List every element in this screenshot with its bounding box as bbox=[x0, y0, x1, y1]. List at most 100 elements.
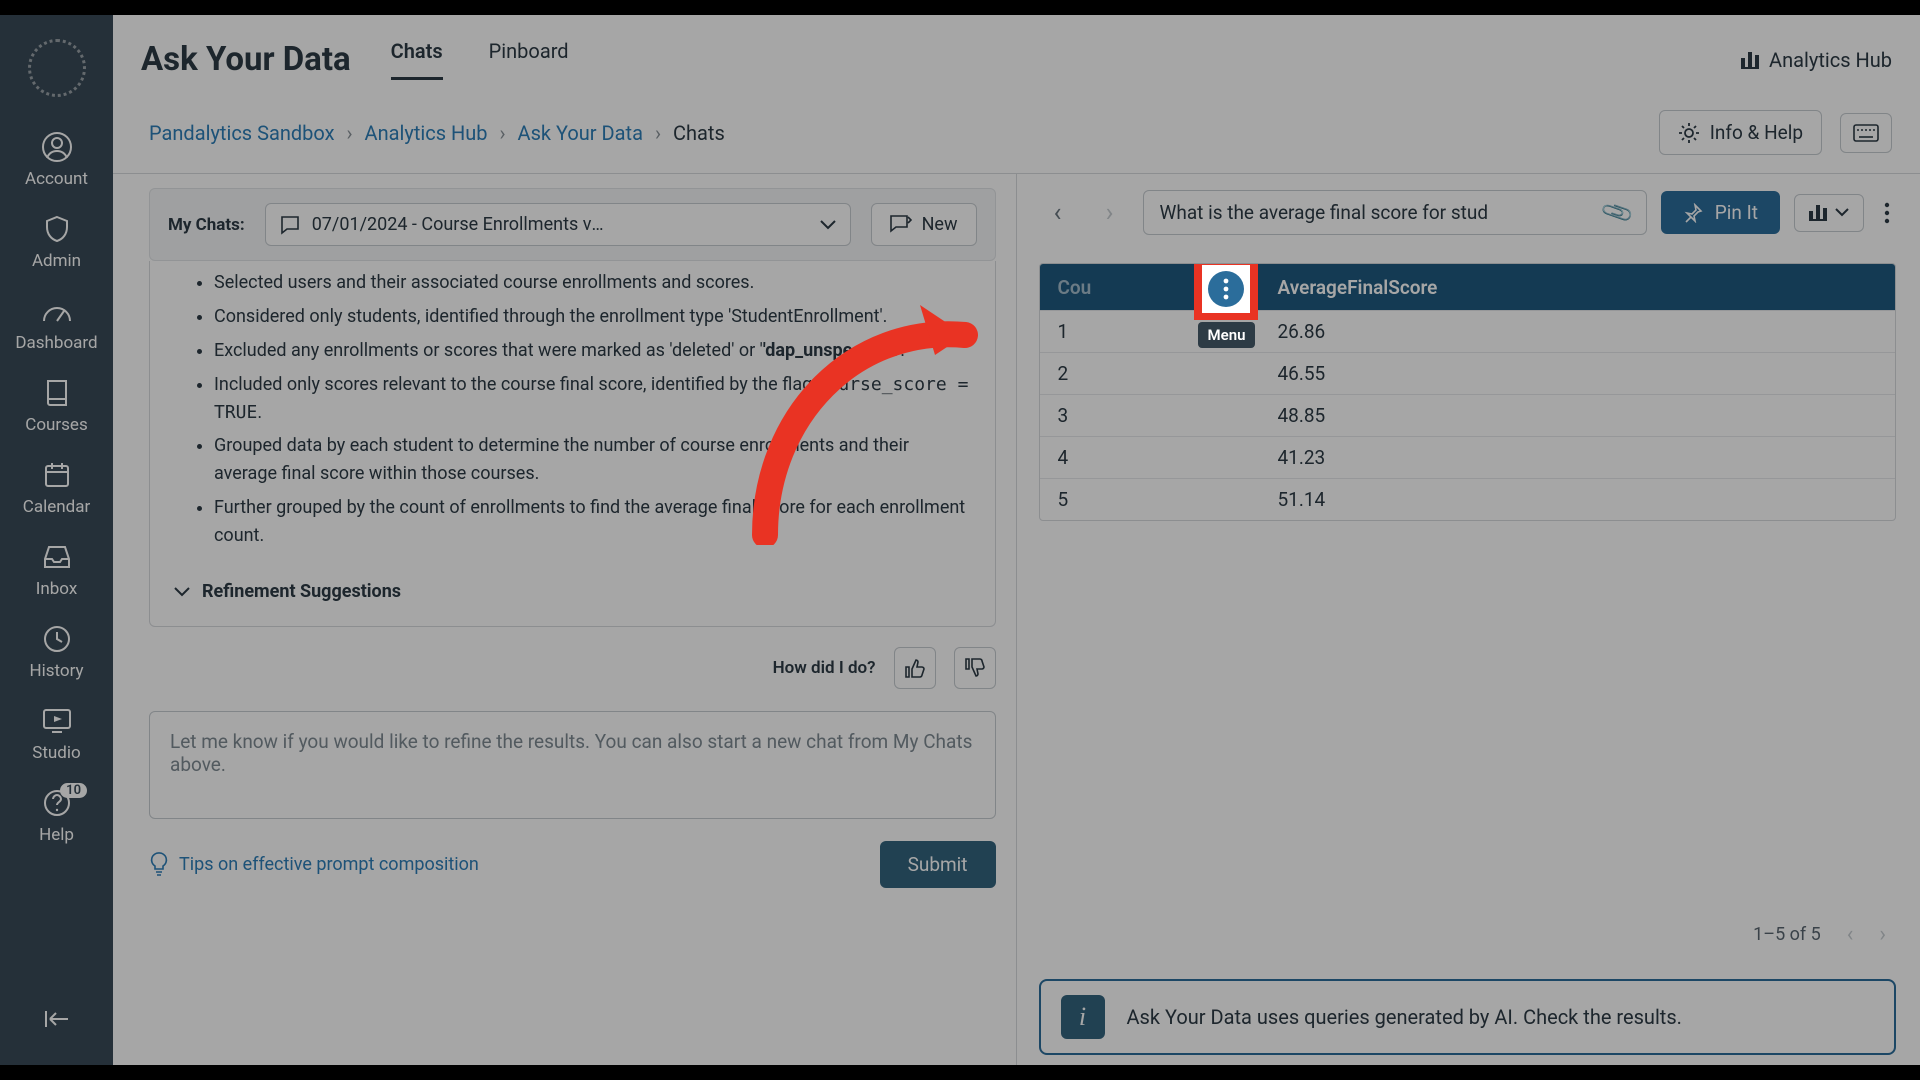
page-header: Ask Your Data Chats Pinboard Analytics H… bbox=[113, 15, 1920, 80]
column-menu-button[interactable] bbox=[1208, 271, 1244, 307]
thumbs-down-button[interactable] bbox=[954, 647, 996, 689]
analytics-hub-link[interactable]: Analytics Hub bbox=[1741, 48, 1892, 72]
result-toolbar: ‹ › What is the average final score for … bbox=[1039, 190, 1897, 235]
book-icon bbox=[41, 377, 73, 409]
col-header-score[interactable]: AverageFinalScore bbox=[1260, 266, 1896, 309]
breadcrumb-row: Pandalytics Sandbox › Analytics Hub › As… bbox=[113, 80, 1920, 174]
ai-warning-banner: i Ask Your Data uses queries generated b… bbox=[1039, 979, 1897, 1055]
chevron-down-icon bbox=[174, 587, 190, 597]
menu-tooltip: Menu bbox=[1198, 322, 1256, 348]
tab-pinboard[interactable]: Pinboard bbox=[489, 39, 569, 80]
global-nav: Account Admin Dashboard Courses Calendar bbox=[0, 15, 113, 1065]
table-row: 441.23 bbox=[1040, 436, 1896, 478]
column-menu-highlight bbox=[1194, 263, 1258, 320]
nav-courses[interactable]: Courses bbox=[0, 371, 113, 441]
main-area: Ask Your Data Chats Pinboard Analytics H… bbox=[113, 15, 1920, 1065]
user-circle-icon bbox=[41, 131, 73, 163]
app-logo bbox=[28, 39, 86, 97]
thumbs-up-icon bbox=[904, 657, 926, 679]
feedback-label: How did I do? bbox=[773, 658, 876, 678]
ai-warning-text: Ask Your Data uses queries generated by … bbox=[1127, 1005, 1682, 1029]
chat-select[interactable]: 07/01/2024 - Course Enrollments vs. Stu bbox=[265, 203, 851, 246]
left-pane: My Chats: 07/01/2024 - Course Enrollment… bbox=[113, 174, 1017, 1065]
results-table: Cou Menu AverageFinalScore bbox=[1039, 263, 1897, 521]
pin-label: Pin It bbox=[1715, 201, 1758, 224]
answer-list: Selected users and their associated cour… bbox=[174, 269, 971, 550]
thumbs-down-icon bbox=[964, 657, 986, 679]
nav-history[interactable]: History bbox=[0, 617, 113, 687]
more-vertical-icon bbox=[1884, 201, 1890, 225]
clock-icon bbox=[41, 623, 73, 655]
table-row: 126.86 bbox=[1040, 310, 1896, 352]
nav-studio[interactable]: Studio bbox=[0, 699, 113, 769]
chart-type-button[interactable] bbox=[1794, 194, 1864, 232]
crumb-ask[interactable]: Ask Your Data bbox=[518, 121, 643, 145]
tips-label: Tips on effective prompt composition bbox=[179, 854, 479, 875]
bar-chart-icon bbox=[1809, 205, 1827, 221]
answer-bullet: Included only scores relevant to the cou… bbox=[214, 371, 971, 427]
keyboard-icon bbox=[1853, 124, 1879, 142]
refinement-toggle[interactable]: Refinement Suggestions bbox=[174, 578, 971, 606]
nav-dashboard[interactable]: Dashboard bbox=[0, 289, 113, 359]
right-pane: ‹ › What is the average final score for … bbox=[1017, 174, 1920, 1065]
next-button[interactable]: › bbox=[1091, 194, 1129, 232]
nav-label: Studio bbox=[32, 743, 80, 763]
tabs: Chats Pinboard bbox=[391, 39, 569, 80]
keyboard-button[interactable] bbox=[1840, 113, 1892, 153]
table-row: 246.55 bbox=[1040, 352, 1896, 394]
breadcrumbs: Pandalytics Sandbox › Analytics Hub › As… bbox=[149, 121, 725, 145]
more-vertical-icon bbox=[1223, 278, 1229, 300]
pager-prev[interactable]: ‹ bbox=[1847, 922, 1854, 947]
submit-button[interactable]: Submit bbox=[880, 841, 996, 888]
nav-label: Courses bbox=[25, 415, 87, 435]
inbox-icon bbox=[41, 541, 73, 573]
nav-admin[interactable]: Admin bbox=[0, 207, 113, 277]
crumb-sandbox[interactable]: Pandalytics Sandbox bbox=[149, 121, 335, 145]
new-chat-label: New bbox=[922, 214, 958, 235]
gauge-icon bbox=[41, 295, 73, 327]
query-box[interactable]: What is the average final score for stud… bbox=[1143, 190, 1647, 235]
nav-help[interactable]: 10 Help bbox=[0, 781, 113, 851]
query-text: What is the average final score for stud bbox=[1160, 201, 1489, 224]
tab-chats[interactable]: Chats bbox=[391, 39, 443, 80]
shield-icon bbox=[41, 213, 73, 245]
prev-button[interactable]: ‹ bbox=[1039, 194, 1077, 232]
more-button[interactable] bbox=[1878, 195, 1896, 231]
new-chat-icon bbox=[890, 215, 912, 235]
pager-next[interactable]: › bbox=[1879, 922, 1886, 947]
answer-card: Selected users and their associated cour… bbox=[149, 261, 996, 627]
help-badge: 10 bbox=[60, 783, 87, 798]
table-row: 348.85 bbox=[1040, 394, 1896, 436]
info-icon: i bbox=[1061, 995, 1105, 1039]
collapse-icon bbox=[41, 1003, 73, 1035]
attach-icon[interactable]: 📎 bbox=[1600, 195, 1636, 230]
bottom-row: Tips on effective prompt composition Sub… bbox=[149, 841, 996, 888]
chevron-down-icon bbox=[1835, 208, 1849, 217]
nav-account[interactable]: Account bbox=[0, 125, 113, 195]
nav-label: Admin bbox=[32, 251, 81, 271]
table-header: Cou Menu AverageFinalScore bbox=[1040, 264, 1896, 310]
pin-icon bbox=[1683, 203, 1703, 223]
pin-button[interactable]: Pin It bbox=[1661, 191, 1780, 234]
tips-link[interactable]: Tips on effective prompt composition bbox=[149, 852, 479, 876]
chat-input[interactable]: Let me know if you would like to refine … bbox=[149, 711, 996, 819]
calendar-icon bbox=[41, 459, 73, 491]
info-help-button[interactable]: Info & Help bbox=[1659, 110, 1822, 155]
col-header-count[interactable]: Cou Menu bbox=[1040, 266, 1260, 309]
crumb-hub[interactable]: Analytics Hub bbox=[365, 121, 488, 145]
answer-bullet: Considered only students, identified thr… bbox=[214, 303, 971, 331]
table-row: 551.14 bbox=[1040, 478, 1896, 520]
nav-collapse[interactable] bbox=[0, 997, 113, 1041]
nav-inbox[interactable]: Inbox bbox=[0, 535, 113, 605]
mychats-bar: My Chats: 07/01/2024 - Course Enrollment… bbox=[149, 188, 996, 261]
chevron-down-icon bbox=[820, 220, 836, 230]
nav-label: Dashboard bbox=[15, 333, 97, 353]
nav-label: Calendar bbox=[23, 497, 90, 517]
new-chat-button[interactable]: New bbox=[871, 203, 977, 246]
thumbs-up-button[interactable] bbox=[894, 647, 936, 689]
nav-label: Help bbox=[39, 825, 74, 845]
nav-calendar[interactable]: Calendar bbox=[0, 453, 113, 523]
crumb-current: Chats bbox=[673, 121, 725, 145]
bar-chart-icon bbox=[1741, 51, 1759, 69]
nav-label: Account bbox=[25, 169, 88, 189]
